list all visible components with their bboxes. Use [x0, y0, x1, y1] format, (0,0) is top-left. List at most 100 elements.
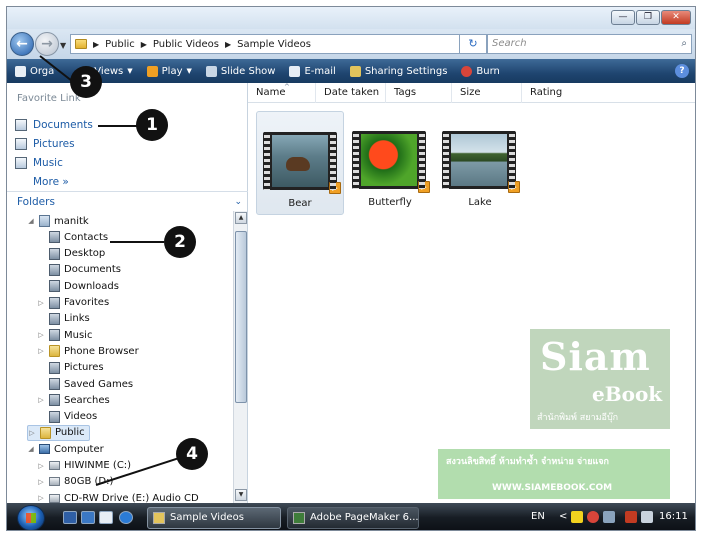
video-item-butterfly[interactable]: ▶ Butterfly — [346, 111, 434, 215]
search-placeholder: Search — [492, 38, 527, 49]
chevron-down-icon[interactable]: ⌄ — [234, 192, 242, 212]
expand-arrow-icon[interactable]: ▷ — [37, 462, 45, 470]
more-links[interactable]: More » — [33, 176, 69, 188]
sys-icon — [49, 231, 60, 244]
pen-tray-icon[interactable] — [603, 511, 615, 523]
taskbar-item-pagemaker[interactable]: Adobe PageMaker 6... — [287, 507, 419, 529]
back-button[interactable]: ← — [10, 32, 34, 56]
hand-tray-icon[interactable] — [571, 511, 583, 523]
taskbar-item-sample-videos[interactable]: Sample Videos — [147, 507, 281, 529]
expand-arrow-icon[interactable]: ▷ — [28, 429, 36, 437]
scroll-down-button[interactable]: ▼ — [235, 489, 247, 501]
minimize-button[interactable]: — — [611, 10, 635, 25]
play-button[interactable]: Play ▼ — [146, 65, 192, 77]
tree-item-hiwinme-c[interactable]: ▷ HIWINME (C:) — [37, 458, 131, 474]
tray-expand-icon[interactable]: < — [559, 511, 567, 522]
sys-icon — [49, 312, 60, 325]
tree-item-saved-games[interactable]: Saved Games — [37, 376, 133, 392]
forward-button[interactable]: → — [35, 32, 59, 56]
tree-item-cd-rw-drive-e-audio-cd[interactable]: ▷ CD-RW Drive (E:) Audio CD — [37, 490, 198, 503]
video-item-lake[interactable]: ▶ Lake — [436, 111, 524, 215]
sys-icon — [49, 263, 60, 276]
sharing-settings-button[interactable]: Sharing Settings — [349, 65, 447, 77]
expand-arrow-icon[interactable]: ▷ — [37, 494, 45, 502]
favorite-link-label: Pictures — [33, 138, 75, 150]
tree-item-downloads[interactable]: Downloads — [37, 278, 119, 294]
search-icon[interactable]: ⌕ — [681, 35, 687, 53]
folder-tree-scrollbar[interactable]: ▲ ▼ — [233, 211, 247, 503]
watermark-brand: Siam — [540, 334, 651, 379]
search-input[interactable]: Search ⌕ — [487, 34, 692, 54]
video-thumbnail: ▶ — [263, 132, 341, 194]
tree-item-pictures[interactable]: Pictures — [37, 360, 104, 376]
breadcrumb-sample-videos[interactable]: Sample Videos — [237, 39, 311, 50]
column-rating[interactable]: Rating — [522, 83, 602, 103]
expand-arrow-icon[interactable]: ▷ — [37, 331, 45, 339]
tree-item-manitk[interactable]: ◢ manitk — [27, 213, 89, 229]
maximize-button[interactable]: ❐ — [636, 10, 660, 25]
security-tray-icon[interactable] — [587, 511, 599, 523]
breadcrumb-separator-icon[interactable]: ▶ — [225, 40, 231, 49]
tree-item-phone-browser[interactable]: ▷ Phone Browser — [37, 343, 139, 359]
column-name[interactable]: Name ^ — [248, 83, 316, 103]
email-button[interactable]: E-mail — [289, 65, 336, 77]
expand-arrow-icon[interactable]: ◢ — [27, 217, 35, 225]
expand-arrow-icon[interactable]: ▷ — [37, 478, 45, 486]
expand-arrow-icon[interactable]: ▷ — [37, 347, 45, 355]
clock[interactable]: 16:11 — [659, 511, 688, 522]
language-indicator[interactable]: EN — [531, 511, 545, 522]
show-desktop-icon[interactable] — [63, 511, 77, 524]
scroll-thumb[interactable] — [235, 231, 247, 403]
volume-icon[interactable] — [641, 511, 653, 523]
address-bar[interactable]: ▶ Public ▶ Public Videos ▶ Sample Videos… — [70, 34, 480, 54]
tree-item-public[interactable]: ▷ Public — [27, 424, 90, 441]
tree-item-favorites[interactable]: ▷ Favorites — [37, 295, 109, 311]
breadcrumb-separator-icon[interactable]: ▶ — [141, 40, 147, 49]
favorite-link-music[interactable]: Music — [15, 157, 63, 169]
column-size[interactable]: Size — [452, 83, 522, 103]
scroll-up-button[interactable]: ▲ — [235, 212, 247, 224]
tree-item-contacts[interactable]: Contacts — [37, 229, 108, 245]
tree-item-label: HIWINME (C:) — [64, 460, 132, 471]
tree-item-computer[interactable]: ◢ Computer — [27, 441, 103, 457]
callout-2: 2 — [164, 226, 196, 258]
video-item-bear[interactable]: ▶ Bear — [256, 111, 344, 215]
expand-arrow-icon[interactable]: ◢ — [27, 445, 35, 453]
internet-explorer-icon[interactable] — [119, 511, 133, 524]
organize-button[interactable]: Orga — [15, 65, 54, 77]
breadcrumb-separator-icon[interactable]: ▶ — [93, 40, 99, 49]
tree-item-searches[interactable]: ▷ Searches — [37, 392, 110, 408]
sys-icon — [49, 410, 60, 423]
folders-header[interactable]: Folders ⌄ — [7, 191, 248, 211]
burn-button[interactable]: Burn — [461, 65, 500, 77]
favorite-link-label: Documents — [33, 119, 93, 131]
column-date-taken[interactable]: Date taken — [316, 83, 386, 103]
tree-item-documents[interactable]: Documents — [37, 262, 121, 278]
help-button[interactable]: ? — [675, 64, 689, 78]
butterfly-image — [361, 134, 417, 186]
recent-pages-dropdown-icon[interactable]: ▼ — [60, 41, 66, 50]
slideshow-button[interactable]: Slide Show — [205, 65, 275, 77]
start-button[interactable] — [17, 505, 45, 530]
tree-item-links[interactable]: Links — [37, 311, 90, 327]
sort-ascending-icon: ^ — [284, 83, 290, 91]
breadcrumb-public[interactable]: Public — [105, 39, 135, 50]
back-arrow-icon: ← — [16, 36, 28, 52]
favorite-link-pictures[interactable]: Pictures — [15, 138, 75, 150]
tree-item-videos[interactable]: Videos — [37, 409, 97, 425]
network-tray-icon[interactable] — [625, 511, 637, 523]
tree-item-music[interactable]: ▷ Music — [37, 327, 92, 343]
explorer-quicklaunch-icon[interactable] — [99, 511, 113, 524]
close-button[interactable]: ✕ — [661, 10, 691, 25]
column-date-taken-label: Date taken — [324, 87, 380, 98]
expand-arrow-icon[interactable]: ▷ — [37, 299, 45, 307]
expand-arrow-icon[interactable]: ▷ — [37, 396, 45, 404]
switch-windows-icon[interactable] — [81, 511, 95, 524]
file-name: Butterfly — [368, 197, 412, 208]
breadcrumb-public-videos[interactable]: Public Videos — [153, 39, 219, 50]
refresh-button[interactable]: ↻ — [459, 34, 487, 54]
tree-item-desktop[interactable]: Desktop — [37, 246, 105, 262]
column-tags[interactable]: Tags — [386, 83, 452, 103]
favorite-link-documents[interactable]: Documents — [15, 119, 93, 131]
documents-icon — [15, 119, 27, 131]
